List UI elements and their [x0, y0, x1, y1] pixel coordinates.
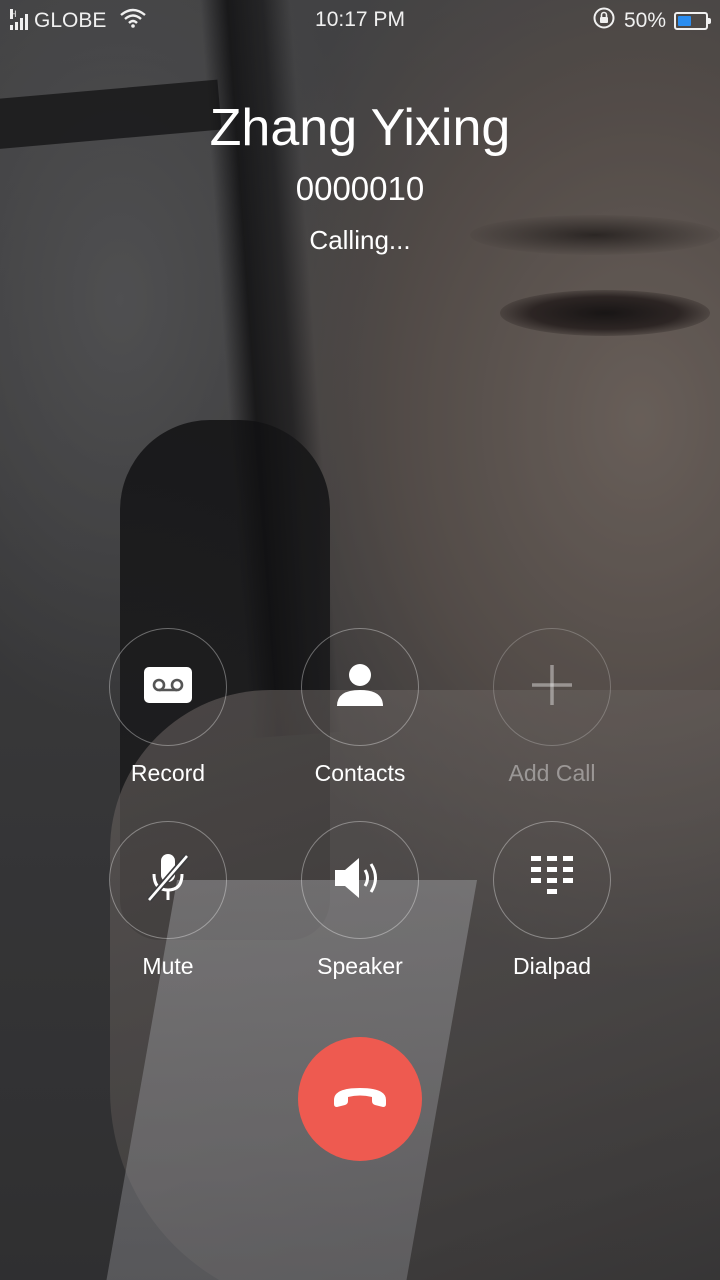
speaker-button[interactable]: Speaker	[280, 821, 440, 980]
dialpad-icon	[529, 854, 575, 907]
mute-button-circle[interactable]	[109, 821, 227, 939]
add-call-label: Add Call	[508, 760, 596, 786]
battery-icon	[674, 12, 711, 30]
dialpad-button-circle[interactable]	[493, 821, 611, 939]
add-call-button-circle[interactable]	[493, 628, 611, 746]
call-status: Calling...	[309, 225, 411, 255]
status-right: 50%	[592, 6, 711, 36]
battery-percent: 50%	[623, 9, 666, 32]
status-bar: H GLOBE 10:17 PM 50%	[0, 0, 720, 38]
phone-hangup-icon	[331, 1084, 389, 1115]
wifi-icon	[120, 8, 147, 34]
plus-icon	[530, 663, 574, 712]
carrier-name: GLOBE	[34, 9, 107, 32]
contacts-label: Contacts	[314, 760, 406, 786]
rotation-lock-icon	[592, 6, 616, 36]
voicemail-tape-icon	[143, 666, 193, 709]
mute-label: Mute	[142, 953, 194, 979]
battery-fill	[678, 16, 691, 26]
record-label: Record	[130, 760, 206, 786]
caller-number: 0000010	[295, 170, 425, 207]
contacts-button-circle[interactable]	[301, 628, 419, 746]
end-call-button[interactable]	[298, 1037, 422, 1161]
mute-button[interactable]: Mute	[88, 821, 248, 980]
dialpad-label: Dialpad	[513, 953, 591, 979]
record-button[interactable]: Record	[88, 628, 248, 787]
caller-name: Zhang Yixing	[209, 99, 511, 157]
speaker-icon	[333, 855, 387, 906]
add-call-button[interactable]: Add Call	[472, 628, 632, 787]
signal-bars-icon: H	[10, 9, 28, 30]
person-icon	[335, 662, 385, 713]
speaker-button-circle[interactable]	[301, 821, 419, 939]
microphone-off-icon	[145, 852, 191, 909]
record-button-circle[interactable]	[109, 628, 227, 746]
speaker-label: Speaker	[317, 953, 403, 979]
dialpad-button[interactable]: Dialpad	[472, 821, 632, 980]
network-type: H	[10, 9, 17, 19]
status-left: H GLOBE	[10, 8, 147, 34]
contacts-button[interactable]: Contacts	[280, 628, 440, 787]
